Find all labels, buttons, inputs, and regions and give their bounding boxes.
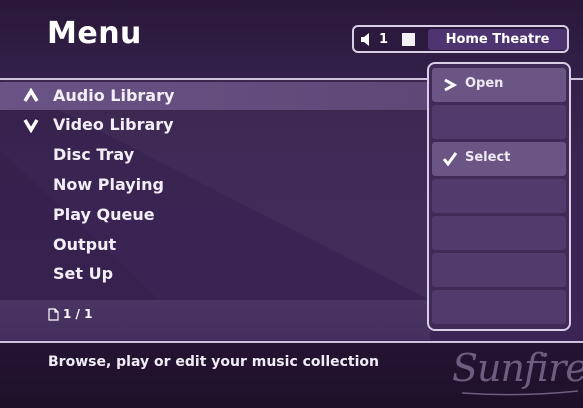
- action-label: Open: [465, 76, 504, 91]
- zone-selector[interactable]: 1 Home Theatre: [352, 25, 569, 53]
- checkmark-icon: [442, 152, 458, 166]
- chevron-right-icon: [444, 78, 458, 92]
- scroll-down-arrow-icon[interactable]: [23, 117, 39, 133]
- page-title: Menu: [47, 16, 142, 51]
- scroll-up-arrow-icon[interactable]: [23, 88, 39, 104]
- action-slot-6[interactable]: [432, 253, 566, 287]
- menu-item-label: Now Playing: [53, 175, 165, 194]
- status-description: Browse, play or edit your music collecti…: [48, 354, 379, 370]
- status-bar: Browse, play or edit your music collecti…: [0, 343, 583, 408]
- screen: Menu 1 Home Theatre Audio Library Video …: [0, 0, 583, 408]
- menu-item-output[interactable]: Output: [0, 231, 430, 259]
- menu-item-label: Set Up: [53, 264, 114, 283]
- zone-number: 1: [379, 32, 389, 47]
- page-icon: [48, 308, 59, 321]
- menu-item-set-up[interactable]: Set Up: [0, 260, 430, 288]
- action-select-button[interactable]: Select: [432, 142, 566, 176]
- brand-swoosh-icon: [461, 390, 579, 396]
- menu-item-label: Audio Library: [53, 86, 175, 105]
- menu-item-label: Play Queue: [53, 205, 155, 224]
- menu-item-now-playing[interactable]: Now Playing: [0, 171, 430, 199]
- zone-status-square-icon: [402, 33, 415, 46]
- menu-item-video-library[interactable]: Video Library: [0, 111, 430, 139]
- action-slot-7[interactable]: [432, 290, 566, 324]
- page-indicator-bar: 1 / 1: [0, 300, 430, 340]
- action-slot-5[interactable]: [432, 216, 566, 250]
- speaker-icon: [361, 33, 369, 46]
- zone-name[interactable]: Home Theatre: [428, 29, 567, 50]
- brand-logo: Sunfire: [452, 346, 583, 390]
- menu-item-audio-library[interactable]: Audio Library: [0, 82, 430, 110]
- action-slot-4[interactable]: [432, 179, 566, 213]
- page-indicator: 1 / 1: [63, 307, 93, 321]
- action-label: Select: [465, 150, 511, 165]
- menu-list: Audio Library Video Library Disc Tray No…: [0, 80, 430, 300]
- action-slot-2[interactable]: [432, 105, 566, 139]
- menu-item-label: Output: [53, 235, 117, 254]
- menu-item-label: Video Library: [53, 115, 174, 134]
- menu-item-disc-tray[interactable]: Disc Tray: [0, 141, 430, 169]
- action-open-button[interactable]: Open: [432, 68, 566, 102]
- menu-item-label: Disc Tray: [53, 145, 135, 164]
- action-panel: Open Select: [427, 62, 571, 331]
- menu-item-play-queue[interactable]: Play Queue: [0, 201, 430, 229]
